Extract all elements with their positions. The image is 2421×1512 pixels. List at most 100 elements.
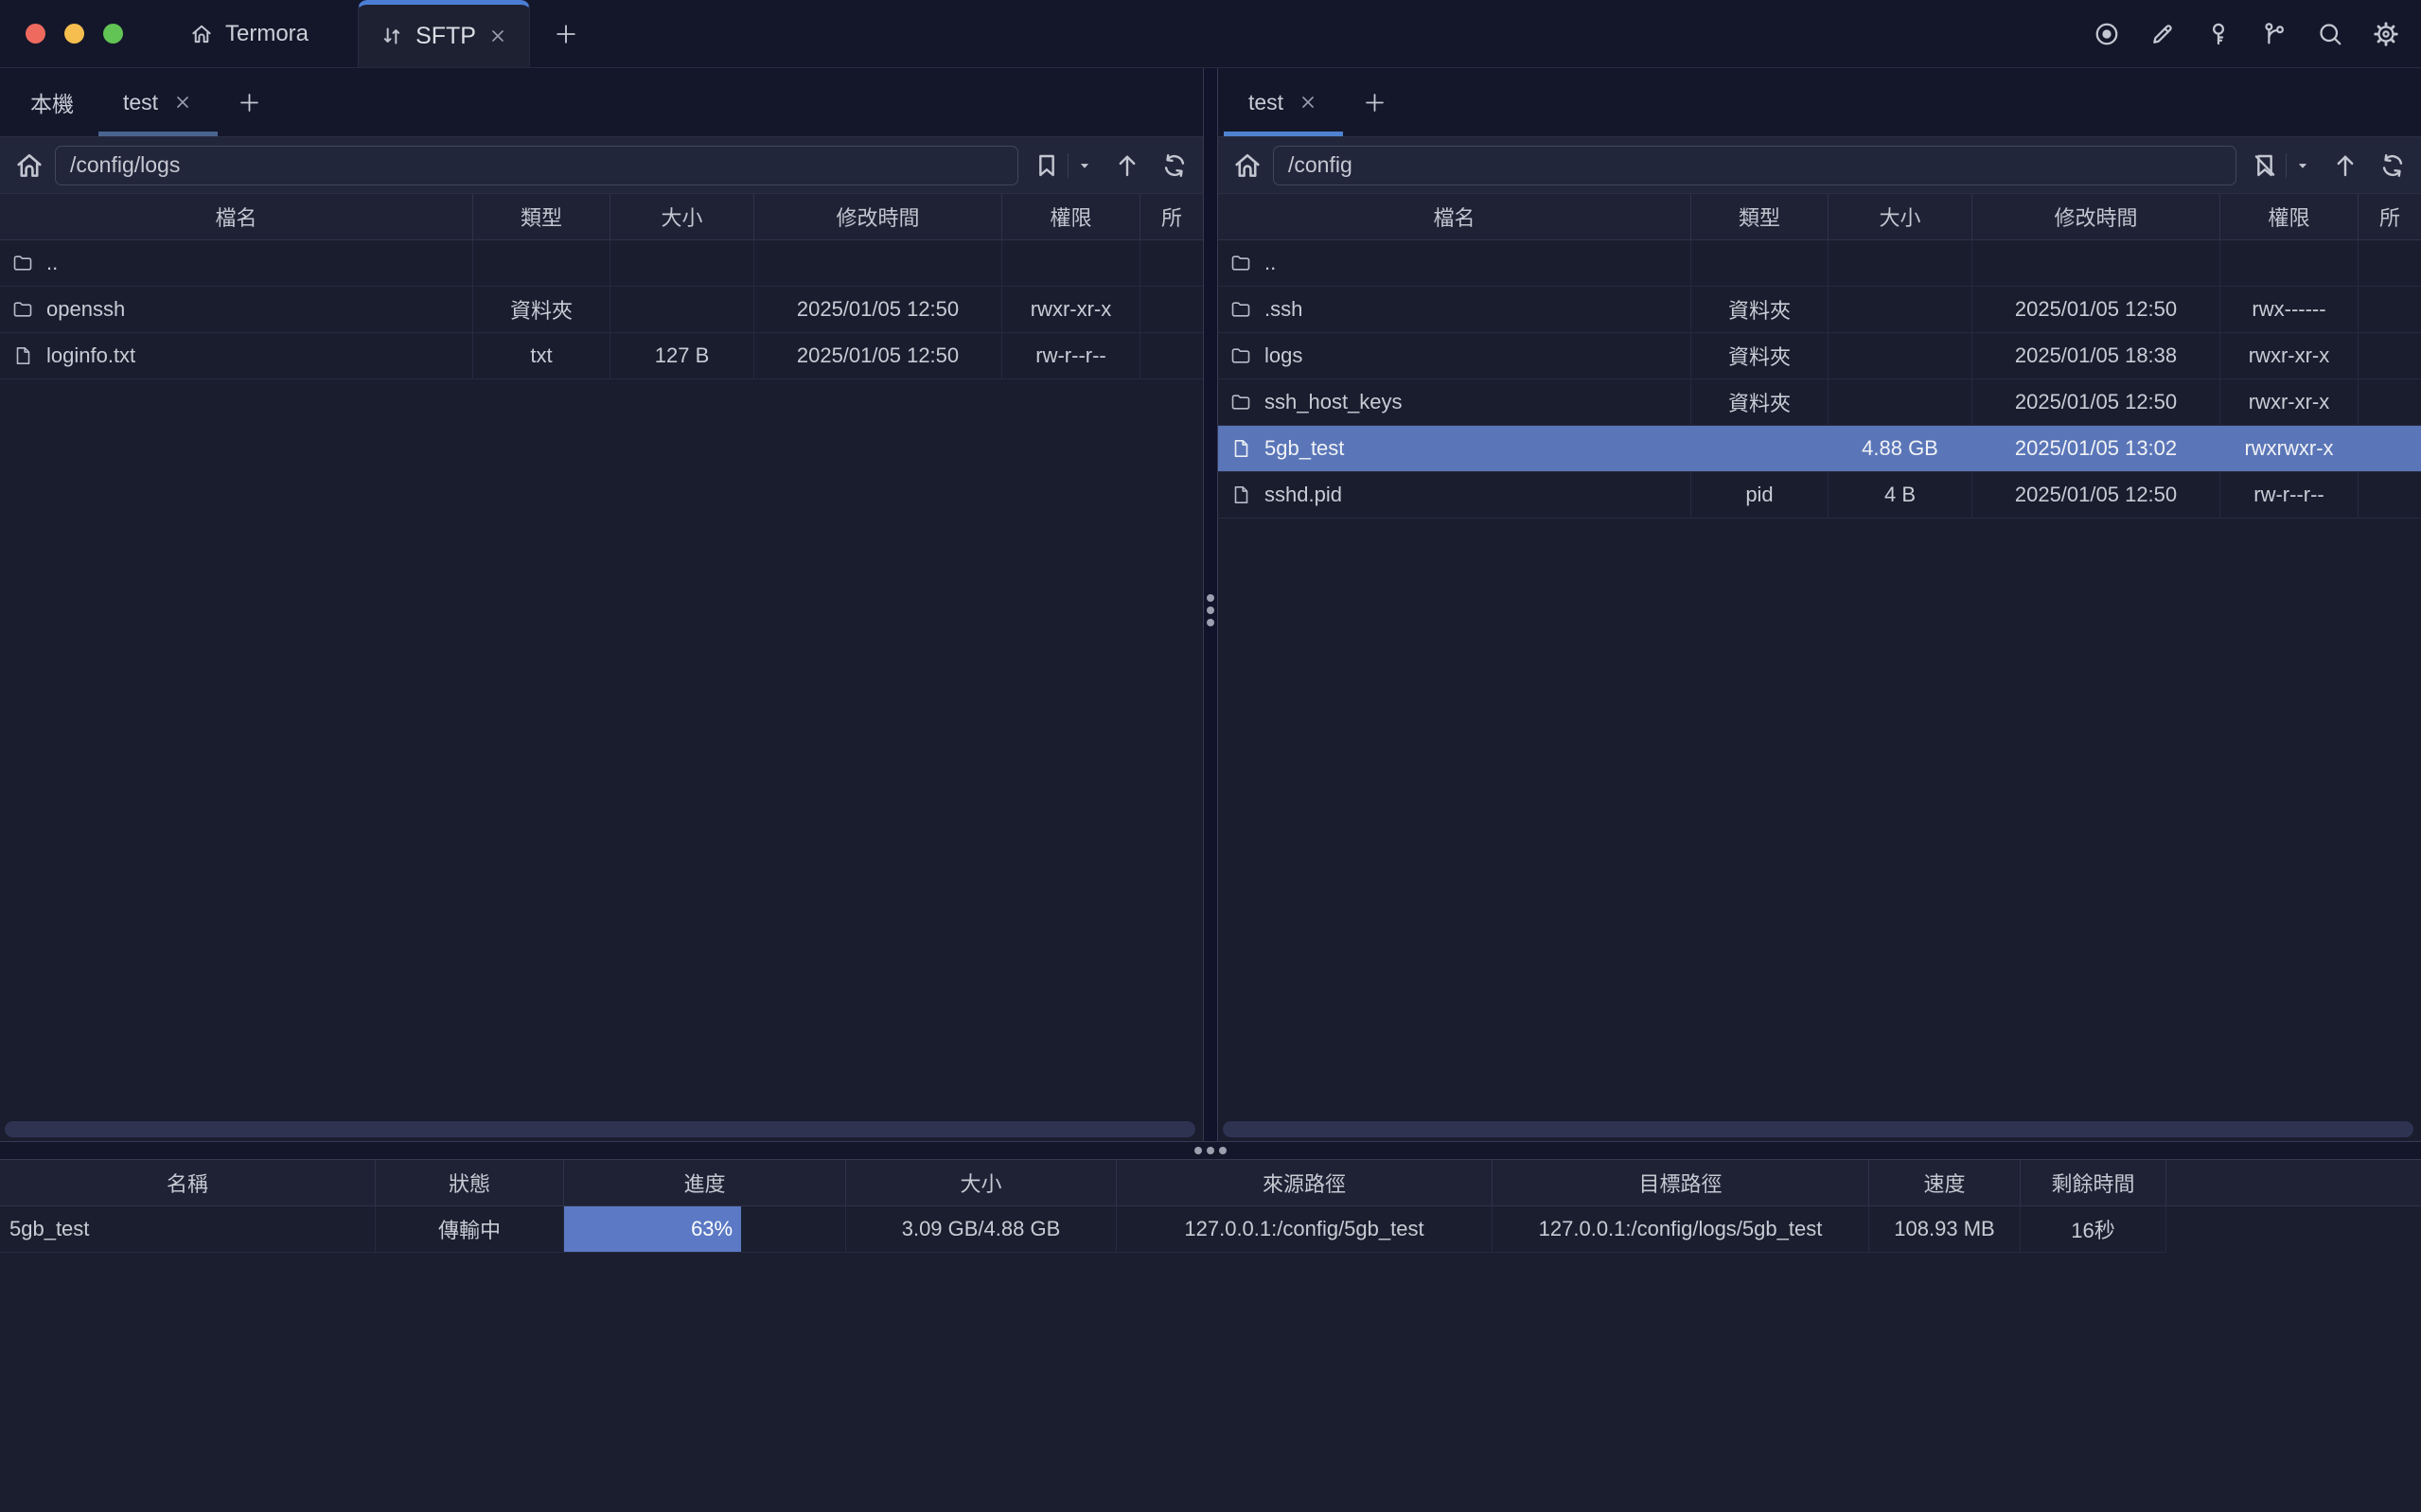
- file-row-.ssh[interactable]: .ssh資料夾2025/01/05 12:50rwx------: [1218, 287, 2421, 333]
- tab-termora-home[interactable]: Termora: [180, 0, 318, 67]
- settings-icon[interactable]: [2372, 20, 2400, 48]
- home-icon[interactable]: [13, 149, 45, 182]
- file-size-cell: [610, 287, 754, 332]
- column-header-permissions[interactable]: 權限: [2220, 194, 2359, 239]
- left-pane-tabs: 本機 test: [0, 68, 1203, 137]
- file-table-rows: ...ssh資料夾2025/01/05 12:50rwx------logs資料…: [1218, 240, 2421, 519]
- file-type-cell: txt: [473, 333, 610, 378]
- pane-tab-test[interactable]: test: [98, 68, 218, 136]
- transfer-status-cell: 傳輸中: [376, 1206, 564, 1252]
- chevron-down-icon[interactable]: [2292, 150, 2313, 181]
- app-tab-label: Termora: [225, 21, 309, 47]
- minimize-window-button[interactable]: [64, 24, 84, 44]
- bookmark-slash-icon[interactable]: [2250, 150, 2280, 181]
- edit-icon[interactable]: [2148, 20, 2177, 48]
- folder-icon: [1229, 391, 1252, 413]
- column-header-name[interactable]: 檔名: [0, 194, 473, 239]
- column-header-size[interactable]: 大小: [1829, 194, 1972, 239]
- file-name-cell: ..: [0, 240, 473, 286]
- refresh-icon[interactable]: [2377, 150, 2408, 181]
- file-table-header: 檔名類型大小修改時間權限所: [1218, 194, 2421, 240]
- close-icon[interactable]: [172, 92, 193, 113]
- zoom-window-button[interactable]: [103, 24, 123, 44]
- pane-tab-test[interactable]: test: [1224, 68, 1343, 136]
- column-header-owner[interactable]: 所: [1140, 194, 1203, 239]
- tab-sftp[interactable]: SFTP: [358, 0, 530, 67]
- parent-directory-icon[interactable]: [1112, 150, 1142, 181]
- folder-icon: [1229, 298, 1252, 321]
- transfer-column-source-path[interactable]: 來源路徑: [1117, 1160, 1493, 1205]
- file-permissions-cell: [2220, 240, 2359, 286]
- parent-directory-icon[interactable]: [2330, 150, 2360, 181]
- key-icon[interactable]: [2204, 20, 2233, 48]
- column-header-permissions[interactable]: 權限: [1002, 194, 1140, 239]
- column-header-name[interactable]: 檔名: [1218, 194, 1691, 239]
- column-header-modified[interactable]: 修改時間: [754, 194, 1002, 239]
- transfer-column-status[interactable]: 狀態: [376, 1160, 564, 1205]
- transfer-column-remaining-time[interactable]: 剩餘時間: [2021, 1160, 2166, 1205]
- plus-icon: [1362, 90, 1387, 115]
- file-row-..[interactable]: ..: [0, 240, 1203, 287]
- file-row-5gb_test[interactable]: 5gb_test4.88 GB2025/01/05 13:02rwxrwxr-x: [1218, 426, 2421, 472]
- column-header-size[interactable]: 大小: [610, 194, 754, 239]
- close-window-button[interactable]: [26, 24, 45, 44]
- column-header-type[interactable]: 類型: [1691, 194, 1829, 239]
- transfer-column-progress[interactable]: 進度: [564, 1160, 846, 1205]
- path-input[interactable]: [55, 146, 1018, 185]
- transfer-column-speed[interactable]: 速度: [1869, 1160, 2021, 1205]
- progress-label: 63%: [691, 1217, 733, 1241]
- close-icon[interactable]: [1298, 92, 1318, 113]
- file-name-cell: ..: [1218, 240, 1691, 286]
- toolbar-separator: [1068, 153, 1069, 178]
- progress-bar: 63%: [564, 1206, 741, 1252]
- record-icon[interactable]: [2093, 20, 2121, 48]
- close-tab-icon[interactable]: [487, 26, 508, 46]
- file-icon: [1229, 483, 1252, 506]
- file-row-logs[interactable]: logs資料夾2025/01/05 18:38rwxr-xr-x: [1218, 333, 2421, 379]
- file-icon: [1229, 437, 1252, 460]
- transfer-name-cell: 5gb_test: [0, 1206, 376, 1252]
- transfer-panel-splitter[interactable]: [0, 1141, 2421, 1160]
- home-icon[interactable]: [1231, 149, 1264, 182]
- pane-tab-本機[interactable]: 本機: [6, 68, 98, 136]
- file-permissions-cell: rwxr-xr-x: [2220, 379, 2359, 425]
- file-modified-cell: [754, 240, 1002, 286]
- file-row-openssh[interactable]: openssh資料夾2025/01/05 12:50rwxr-xr-x: [0, 287, 1203, 333]
- transfer-column-size[interactable]: 大小: [846, 1160, 1117, 1205]
- path-input[interactable]: [1273, 146, 2236, 185]
- right-file-table: 檔名類型大小修改時間權限所 ...ssh資料夾2025/01/05 12:50r…: [1218, 194, 2421, 1118]
- search-icon[interactable]: [2316, 20, 2344, 48]
- file-name-cell: loginfo.txt: [0, 333, 473, 378]
- active-tab-underline: [98, 132, 218, 136]
- bookmark-icon[interactable]: [1032, 150, 1062, 181]
- file-name-label: loginfo.txt: [46, 343, 135, 368]
- file-owner-cell: [1140, 240, 1203, 286]
- file-size-cell: 127 B: [610, 333, 754, 378]
- file-row-sshd.pid[interactable]: sshd.pidpid4 B2025/01/05 12:50rw-r--r--: [1218, 472, 2421, 519]
- transfer-size-cell: 3.09 GB/4.88 GB: [846, 1206, 1117, 1252]
- column-header-modified[interactable]: 修改時間: [1972, 194, 2220, 239]
- transfer-row-5gb_test[interactable]: 5gb_test傳輸中 63% 3.09 GB/4.88 GB127.0.0.1:/…: [0, 1206, 2421, 1253]
- splitter-grip-icon: [1207, 594, 1214, 626]
- refresh-icon[interactable]: [1159, 150, 1190, 181]
- file-size-cell: [1829, 287, 1972, 332]
- file-row-loginfo.txt[interactable]: loginfo.txttxt127 B2025/01/05 12:50rw-r-…: [0, 333, 1203, 379]
- git-branch-icon[interactable]: [2260, 20, 2288, 48]
- scrollbar-thumb[interactable]: [1223, 1121, 2413, 1137]
- pane-tab-label: test: [123, 90, 158, 115]
- transfer-column-name[interactable]: 名稱: [0, 1160, 376, 1205]
- transfer-column-target-path[interactable]: 目標路徑: [1493, 1160, 1869, 1205]
- transfer-source-cell: 127.0.0.1:/config/5gb_test: [1117, 1206, 1493, 1252]
- chevron-down-icon[interactable]: [1074, 150, 1095, 181]
- file-row-ssh_host_keys[interactable]: ssh_host_keys資料夾2025/01/05 12:50rwxr-xr-…: [1218, 379, 2421, 426]
- pane-splitter[interactable]: [1203, 68, 1218, 1141]
- new-pane-tab-button[interactable]: [218, 68, 281, 136]
- new-pane-tab-button[interactable]: [1343, 68, 1406, 136]
- scrollbar-thumb[interactable]: [5, 1121, 1195, 1137]
- new-tab-button[interactable]: [545, 0, 587, 67]
- file-row-..[interactable]: ..: [1218, 240, 2421, 287]
- column-header-owner[interactable]: 所: [2359, 194, 2421, 239]
- plus-icon: [237, 90, 262, 115]
- pane-tab-label: 本機: [30, 86, 74, 118]
- column-header-type[interactable]: 類型: [473, 194, 610, 239]
